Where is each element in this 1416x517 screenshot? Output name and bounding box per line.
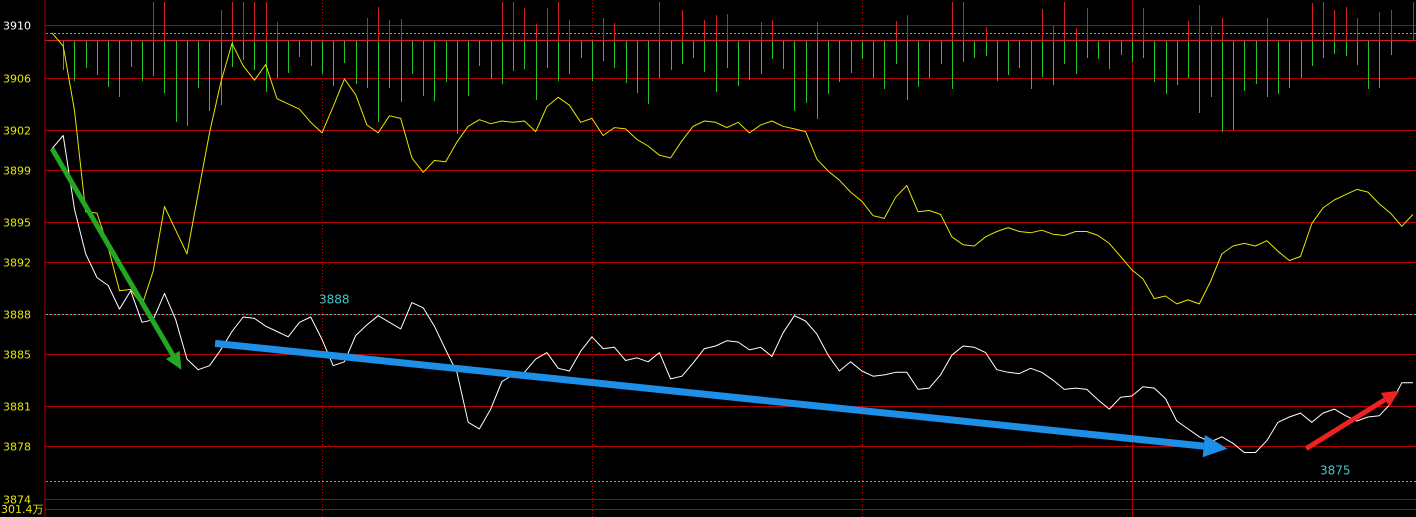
volume-scale-label: 301.4万 [1,503,44,516]
y-tick-label: 3881 [3,401,31,414]
intraday-chart: 3910 3906 3902 3899 3895 3892 3888 3885 3881 3878… [0,0,1416,517]
y-tick-label: 3885 [3,349,31,362]
y-tick-label: 3899 [3,165,31,178]
price-annotation: 3888 [319,292,350,306]
y-tick-label: 3895 [3,217,31,230]
price-annotation: 3875 [1320,463,1351,477]
y-tick-label: 3888 [3,309,31,322]
y-tick-label: 3902 [3,125,31,138]
y-tick-label: 3892 [3,257,31,270]
y-tick-label: 3878 [3,441,31,454]
y-tick-label: 3910 [3,20,31,33]
y-tick-label: 3906 [3,73,31,86]
chart-background [0,0,1416,517]
